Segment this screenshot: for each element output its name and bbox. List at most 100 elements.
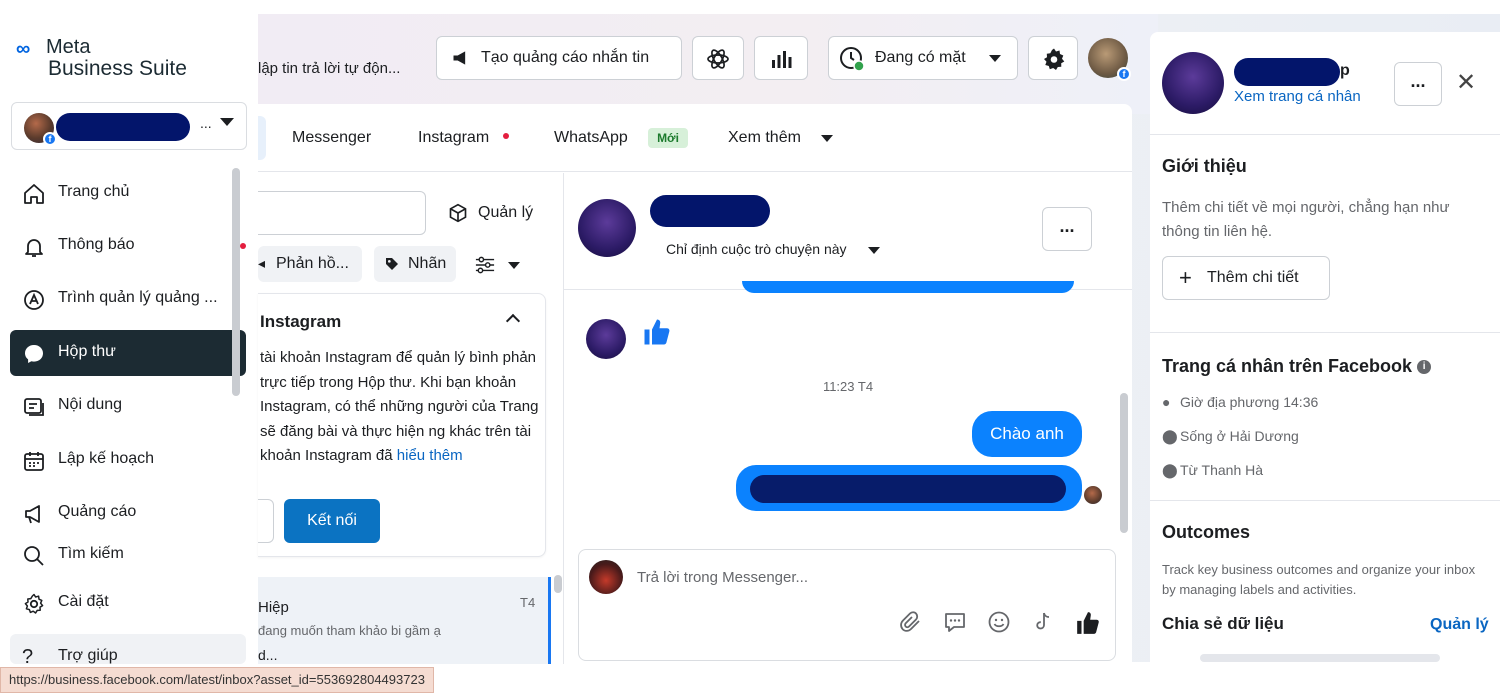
seen-avatar xyxy=(1084,486,1102,504)
learn-more-link[interactable]: hiểu thêm xyxy=(397,447,463,464)
sidebar-item-label: Trợ giúp xyxy=(58,647,118,664)
assign-conversation-label: Chỉ định cuộc trò chuyện này xyxy=(666,241,847,257)
insights-button[interactable] xyxy=(754,36,808,80)
sidebar-item-help[interactable]: ? Trợ giúp xyxy=(10,634,246,668)
local-time-row: ● Giờ địa phương 14:36 xyxy=(1162,394,1318,410)
emoji-icon[interactable] xyxy=(987,610,1013,636)
reply-input[interactable]: Trả lời trong Messenger... xyxy=(637,569,808,586)
sidebar-item-label: Lập kế hoạch xyxy=(58,450,155,467)
account-switcher[interactable]: f ... xyxy=(11,102,247,150)
logo-text-meta: Meta xyxy=(46,36,91,58)
gear-icon xyxy=(1042,47,1066,71)
sidebar-item-label: Quảng cáo xyxy=(58,503,137,520)
conversation-name: Hiệp xyxy=(258,599,289,616)
new-badge: Mới xyxy=(648,128,688,148)
message-bubble-sent: Chào anh xyxy=(972,411,1082,457)
location-pin-icon: ⬤ xyxy=(1162,462,1178,478)
label-filter[interactable]: Nhãn xyxy=(374,246,456,282)
message-composer: Trả lời trong Messenger... xyxy=(578,549,1116,661)
chat-scrollbar[interactable] xyxy=(1120,393,1128,533)
reply-filter[interactable]: ◂ Phản hồ... xyxy=(258,246,362,282)
tab-all-messages[interactable] xyxy=(258,116,266,160)
from-text: Từ Thanh Hà xyxy=(1180,462,1264,478)
secondary-button[interactable] xyxy=(258,499,274,543)
sidebar-scrollbar[interactable] xyxy=(232,168,240,396)
sidebar-item-inbox[interactable]: Hộp thư xyxy=(10,330,246,376)
redacted-message xyxy=(750,475,1066,503)
content-icon xyxy=(22,395,46,419)
tab-see-more[interactable]: Xem thêm xyxy=(728,129,801,147)
sidebar-item-notifications[interactable]: Thông báo xyxy=(10,223,246,269)
contact-avatar-large[interactable] xyxy=(1162,52,1224,114)
conversation-list-scrollbar[interactable] xyxy=(554,575,562,593)
logo-text-business-suite: Business Suite xyxy=(48,57,187,80)
intro-heading: Giới thiệu xyxy=(1162,156,1247,176)
location-pin-icon: ⬤ xyxy=(1162,428,1178,444)
meta-business-suite-logo[interactable]: ∞ Meta Business Suite xyxy=(16,36,216,88)
facebook-profile-title: Trang cá nhân trên Facebook xyxy=(1162,356,1413,376)
close-icon[interactable]: ✕ xyxy=(1456,68,1476,97)
intro-text: Thêm chi tiết về mọi người, chẳng hạn nh… xyxy=(1162,199,1450,240)
sidebar-item-content[interactable]: Nội dung xyxy=(10,383,246,429)
chat-bubble-icon xyxy=(22,342,46,366)
divider xyxy=(1150,500,1500,501)
thumbs-up-send-icon[interactable] xyxy=(1075,610,1101,636)
truncated-text xyxy=(1200,654,1440,662)
saved-replies-icon[interactable] xyxy=(943,610,969,636)
outcomes-text: Track key business outcomes and organize… xyxy=(1162,562,1476,597)
more-options-button[interactable]: ... xyxy=(1042,207,1092,251)
label-filter-label: Nhãn xyxy=(408,255,447,272)
inbox-panel: Messenger Instagram WhatsApp Mới Xem thê… xyxy=(258,104,1132,664)
more-options-button[interactable]: ... xyxy=(1394,62,1442,106)
settings-button[interactable] xyxy=(1028,36,1078,80)
share-data-manage-link[interactable]: Quản lý xyxy=(1430,616,1489,634)
clock-icon: ● xyxy=(1162,394,1171,410)
sidebar-item-label: Hộp thư xyxy=(58,343,116,360)
meta-logo-icon: ∞ xyxy=(16,38,30,60)
ads-manager-icon xyxy=(22,288,46,312)
calendar-icon xyxy=(22,449,46,473)
contact-avatar[interactable] xyxy=(578,199,636,257)
sidebar-item-settings[interactable]: Cài đặt xyxy=(10,580,246,626)
user-profile-avatar[interactable]: f xyxy=(1088,38,1131,81)
tiktok-icon[interactable] xyxy=(1031,610,1057,636)
megaphone-icon xyxy=(22,502,46,526)
page-avatar xyxy=(589,560,623,594)
search-icon xyxy=(22,544,46,568)
sidebar: ∞ Meta Business Suite f ... Trang chủ Th… xyxy=(0,14,258,668)
sidebar-item-search[interactable]: Tìm kiếm xyxy=(10,532,246,578)
integrations-button[interactable] xyxy=(692,36,744,80)
bar-chart-icon xyxy=(769,47,793,71)
tab-messenger[interactable]: Messenger xyxy=(292,129,371,147)
tab-whatsapp[interactable]: WhatsApp xyxy=(554,129,628,147)
filter-settings-button[interactable] xyxy=(474,255,520,275)
add-details-button[interactable]: + Thêm chi tiết xyxy=(1162,256,1330,300)
chevron-down-icon xyxy=(821,135,833,142)
chevron-down-icon xyxy=(989,55,1001,62)
attachment-icon[interactable] xyxy=(899,610,925,636)
facebook-badge-icon: f xyxy=(43,132,57,146)
conversation-snippet-2: d... xyxy=(258,647,278,663)
chevron-down-icon xyxy=(868,247,880,254)
connect-button[interactable]: Kết nối xyxy=(284,499,380,543)
conversation-list-item[interactable]: Hiệp T4 đang muốn tham khảo bi gầm ạ d..… xyxy=(258,577,550,664)
thumbs-up-icon xyxy=(642,317,672,347)
availability-status-dropdown[interactable]: Đang có mặt xyxy=(828,36,1018,80)
sidebar-item-label: Trang chủ xyxy=(58,183,130,200)
search-input[interactable] xyxy=(258,191,426,235)
message-bubble-partial xyxy=(742,281,1074,293)
tag-icon xyxy=(384,256,400,272)
chevron-up-icon[interactable] xyxy=(505,313,521,329)
lives-in-row: ⬤ Sống ở Hải Dương xyxy=(1162,428,1299,445)
view-profile-link[interactable]: Xem trang cá nhân xyxy=(1234,88,1361,105)
divider xyxy=(1150,332,1500,333)
sidebar-item-planner[interactable]: Lập kế hoạch xyxy=(10,437,246,483)
tab-instagram[interactable]: Instagram xyxy=(418,129,510,147)
sidebar-item-home[interactable]: Trang chủ xyxy=(10,170,246,216)
tab-label: Instagram xyxy=(418,129,490,146)
info-icon[interactable]: i xyxy=(1417,360,1432,375)
sidebar-item-ads[interactable]: Quảng cáo xyxy=(10,490,246,536)
create-message-ad-button[interactable]: Tạo quảng cáo nhắn tin xyxy=(436,36,682,80)
sidebar-item-ads-manager[interactable]: Trình quản lý quảng ... xyxy=(10,276,246,322)
status-label: Đang có mặt xyxy=(875,49,966,66)
